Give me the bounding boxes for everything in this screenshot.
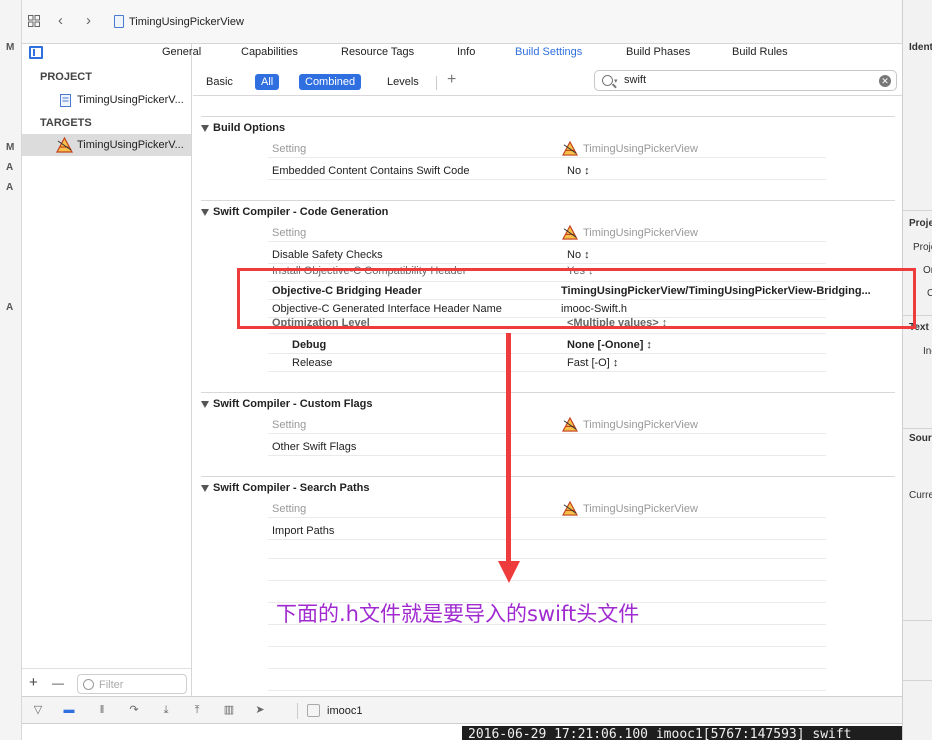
gutter-mark: M (6, 142, 15, 153)
tab-resource-tags[interactable]: Resource Tags (341, 46, 414, 58)
tab-general[interactable]: General (162, 46, 201, 58)
app-target-icon (562, 417, 578, 432)
console-output: 2016-06-29 17:21:06.100 imooc1[5767:1475… (462, 726, 902, 740)
gutter-mark: A (6, 162, 14, 173)
inspector-label: Ind (923, 346, 932, 357)
targets-header: TARGETS (40, 117, 92, 129)
step-into-icon[interactable]: ⤓ (159, 703, 173, 717)
combined-view-button[interactable]: Combined (299, 74, 362, 90)
filter-placeholder: Filter (99, 679, 124, 691)
project-item-label: TimingUsingPickerV... (77, 94, 184, 106)
app-target-icon (562, 141, 578, 156)
section-custom-flags[interactable]: Swift Compiler - Custom Flags (201, 398, 373, 410)
chevron-left-icon[interactable]: ‹ (58, 13, 63, 29)
annotation-arrow (506, 333, 511, 565)
section-code-generation[interactable]: Swift Compiler - Code Generation (201, 206, 388, 218)
settings-search-input[interactable]: ▾ swift ✕ (594, 70, 897, 91)
inspector-label: On (923, 265, 932, 276)
setting-row[interactable]: Disable Safety Checks No ↕ (268, 246, 826, 264)
remove-target-button[interactable]: — (52, 676, 64, 690)
app-target-icon (56, 137, 73, 153)
project-item[interactable]: TimingUsingPickerV... (22, 89, 191, 111)
tab-build-settings[interactable]: Build Settings (515, 46, 582, 58)
editor-tabs: General Capabilities Resource Tags Info … (162, 44, 902, 68)
project-file-icon (60, 94, 71, 107)
add-setting-button[interactable]: + (447, 71, 456, 89)
settings-filter-bar: Basic All Combined Levels + ▾ swift ✕ (193, 68, 902, 96)
view-hierarchy-icon[interactable]: ▥ (222, 703, 236, 717)
app-target-icon (562, 225, 578, 240)
project-header: PROJECT (40, 71, 92, 83)
annotation-highlight-box (237, 268, 916, 329)
search-value: swift (624, 74, 646, 86)
breadcrumb[interactable]: TimingUsingPickerView (129, 16, 244, 28)
settings-header-row: Setting TimingUsingPickerView (268, 500, 826, 518)
annotation-arrow-head (498, 561, 520, 583)
app-target-icon (562, 501, 578, 516)
basic-filter-button[interactable]: Basic (200, 74, 239, 90)
clear-search-icon[interactable]: ✕ (879, 75, 891, 87)
setting-row[interactable]: Debug None [-Onone] ↕ (268, 336, 826, 354)
inspector-panel: Ident Proje Proje On C Text Ind Sour Cur… (902, 0, 932, 740)
gutter-mark: A (6, 302, 14, 313)
setting-row[interactable]: Other Swift Flags (268, 438, 826, 456)
filter-input[interactable]: Filter (77, 674, 187, 694)
search-options-icon[interactable]: ▾ (614, 77, 618, 85)
step-over-icon[interactable]: ↷ (127, 703, 141, 717)
debug-bar: ▽ ▬ ‖ ↷ ⤓ ⤒ ▥ ➤ imooc1 (22, 696, 902, 724)
step-out-icon[interactable]: ⤒ (190, 703, 204, 717)
tab-capabilities[interactable]: Capabilities (241, 46, 298, 58)
breakpoints-icon[interactable]: ▬ (62, 703, 76, 717)
target-item-label: TimingUsingPickerV... (77, 139, 184, 151)
inspector-label: Curre (909, 490, 932, 501)
console-line: 2016-06-29 17:21:06.100 imooc1[5767:1475… (468, 727, 852, 740)
sidebar-toggle-icon[interactable] (29, 46, 43, 59)
setting-row[interactable]: Import Paths (268, 522, 826, 540)
jump-bar: ‹ › TimingUsingPickerView (22, 0, 902, 44)
setting-row[interactable]: Embedded Content Contains Swift Code No … (268, 162, 826, 180)
target-item[interactable]: TimingUsingPickerV... (22, 134, 191, 156)
inspector-label: Proje (913, 242, 932, 253)
section-build-options[interactable]: Build Options (201, 122, 285, 134)
tab-build-rules[interactable]: Build Rules (732, 46, 788, 58)
tab-build-phases[interactable]: Build Phases (626, 46, 690, 58)
settings-header-row: Setting TimingUsingPickerView (268, 416, 826, 434)
inspector-label: C (927, 288, 932, 299)
gutter-mark: A (6, 182, 14, 193)
annotation-caption: 下面的.h文件就是要导入的swift头文件 (276, 602, 640, 626)
chevron-right-icon[interactable]: › (86, 13, 91, 29)
simulate-location-icon[interactable]: ➤ (253, 703, 267, 717)
inspector-label: Ident (909, 42, 932, 53)
hide-debug-area-icon[interactable]: ▽ (31, 703, 45, 717)
levels-view-button[interactable]: Levels (381, 74, 425, 90)
process-icon (307, 704, 320, 717)
tab-info[interactable]: Info (457, 46, 475, 58)
search-icon (602, 75, 613, 86)
pause-icon[interactable]: ‖ (95, 703, 109, 717)
inspector-label: Proje (909, 218, 932, 229)
process-name[interactable]: imooc1 (327, 705, 362, 717)
settings-header-row: Setting TimingUsingPickerView (268, 224, 826, 242)
inspector-label: Sour (909, 433, 932, 444)
section-search-paths[interactable]: Swift Compiler - Search Paths (201, 482, 369, 494)
project-navigator: PROJECT TimingUsingPickerV... TARGETS Ti… (22, 44, 192, 696)
settings-header-row: Setting TimingUsingPickerView (268, 140, 826, 158)
all-filter-button[interactable]: All (255, 74, 280, 90)
setting-row[interactable]: Release Fast [-O] ↕ (268, 354, 826, 372)
gutter-mark: M (6, 42, 15, 53)
project-file-icon (114, 15, 124, 28)
related-items-icon[interactable] (28, 15, 40, 27)
filter-icon (83, 679, 94, 690)
navigator-footer: + — Filter (22, 668, 191, 696)
add-target-button[interactable]: + (29, 674, 38, 691)
editor-gutter: M M A A A (0, 0, 22, 740)
